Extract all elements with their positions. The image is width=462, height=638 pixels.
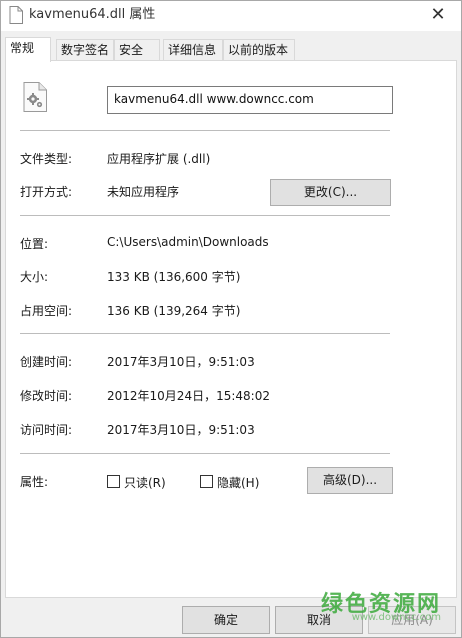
created-label: 创建时间: <box>20 355 73 369</box>
window-title: kavmenu64.dll 属性 <box>29 7 156 22</box>
file-name-field[interactable]: kavmenu64.dll www.downcc.com <box>107 86 393 114</box>
site-watermark-url: www.downcc.com <box>351 612 441 623</box>
file-type-label: 文件类型: <box>20 152 73 166</box>
tab-digital-signatures[interactable]: 数字签名 <box>56 39 114 61</box>
accessed-value: 2017年3月10日，9:51:03 <box>107 423 255 437</box>
location-value: C:\Users\admin\Downloads <box>107 235 269 249</box>
size-on-disk-value: 136 KB (139,264 字节) <box>107 304 241 318</box>
tab-strip: 常规 数字签名 安全 详细信息 以前的版本 <box>5 37 457 62</box>
tab-security[interactable]: 安全 <box>114 39 160 61</box>
properties-dialog: kavmenu64.dll 属性 ✕ 常规 数字签名 安全 详细信息 以前的版本 <box>0 0 462 638</box>
advanced-button[interactable]: 高级(D)... <box>307 467 393 494</box>
opens-with-value: 未知应用程序 <box>107 185 180 199</box>
separator <box>20 333 390 334</box>
title-bar[interactable]: kavmenu64.dll 属性 ✕ <box>1 1 461 31</box>
ok-button[interactable]: 确定 <box>182 606 270 634</box>
size-label: 大小: <box>20 270 49 284</box>
separator <box>20 215 390 216</box>
file-type-value: 应用程序扩展 (.dll) <box>107 152 211 166</box>
separator <box>20 130 390 131</box>
close-button[interactable]: ✕ <box>415 1 461 31</box>
change-button[interactable]: 更改(C)... <box>270 179 391 206</box>
modified-value: 2012年10月24日，15:48:02 <box>107 389 270 403</box>
opens-with-label: 打开方式: <box>20 185 73 199</box>
size-on-disk-label: 占用空间: <box>20 304 73 318</box>
tab-details[interactable]: 详细信息 <box>163 39 223 61</box>
readonly-label[interactable]: 只读(R) <box>124 474 166 491</box>
hidden-label[interactable]: 隐藏(H) <box>217 474 259 491</box>
modified-label: 修改时间: <box>20 389 73 403</box>
size-value: 133 KB (136,600 字节) <box>107 270 241 284</box>
close-icon: ✕ <box>430 4 446 25</box>
attributes-label: 属性: <box>20 475 49 489</box>
file-icon <box>9 6 23 24</box>
separator <box>20 453 390 454</box>
general-tab-panel: kavmenu64.dll www.downcc.com 文件类型: 应用程序扩… <box>5 60 457 598</box>
hidden-checkbox[interactable] <box>200 475 213 488</box>
readonly-checkbox[interactable] <box>107 475 120 488</box>
accessed-label: 访问时间: <box>20 423 73 437</box>
created-value: 2017年3月10日，9:51:03 <box>107 355 255 369</box>
tab-general[interactable]: 常规 <box>5 37 51 62</box>
tab-previous-versions[interactable]: 以前的版本 <box>223 39 295 61</box>
dll-gear-file-icon <box>23 82 47 112</box>
location-label: 位置: <box>20 237 49 251</box>
